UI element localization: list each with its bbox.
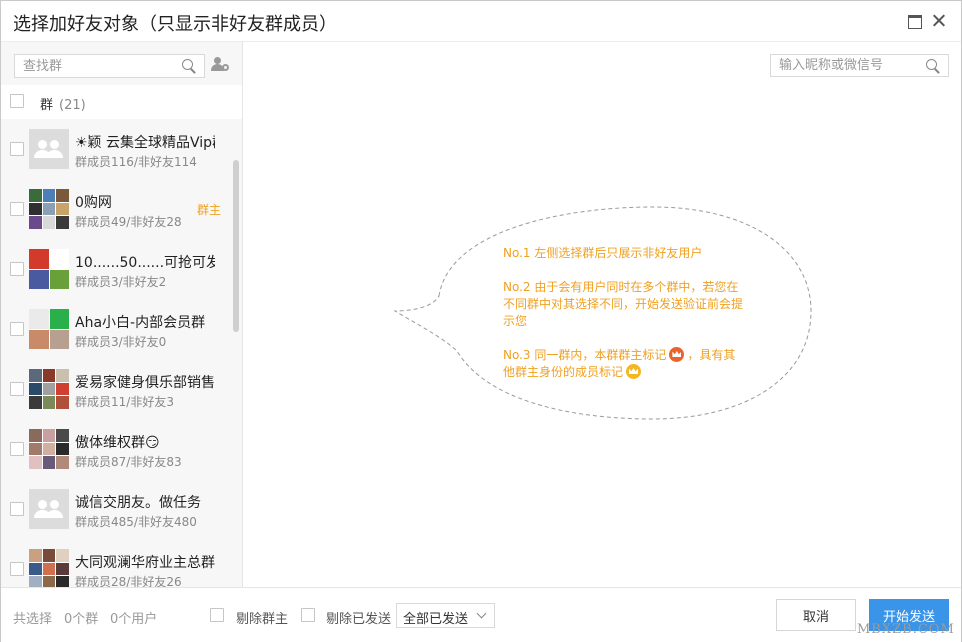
tip-2: No.2 由于会有用户同时在多个群中，若您在不同群中对其选择不同，开始发送验证前… xyxy=(503,280,744,328)
group-name: 大同观澜华府业主总群 xyxy=(75,555,215,571)
group-avatar xyxy=(29,429,69,469)
chevron-down-icon xyxy=(476,608,487,619)
group-row[interactable]: ☀颖 云集全球精品Vip群 群成员116/非好友114 xyxy=(1,119,242,179)
tip-1: No.1 左侧选择群后只展示非好友用户 xyxy=(503,246,703,260)
default-group-avatar-icon xyxy=(29,489,69,529)
group-checkbox[interactable] xyxy=(10,502,24,516)
sent-filter-dropdown[interactable]: 全部已发送 xyxy=(396,603,495,628)
close-icon[interactable] xyxy=(931,13,947,29)
group-name: 0购网 xyxy=(75,195,112,211)
group-avatar xyxy=(29,369,69,409)
footer-bar: 共选择 0个群 0个用户 剔除群主 剔除已发送 全部已发送 取消 开始发送 xyxy=(1,587,961,642)
group-header: 群 (21) xyxy=(1,85,242,119)
dialog-title: 选择加好友对象（只显示非好友群成员） xyxy=(13,14,337,35)
group-checkbox[interactable] xyxy=(10,202,24,216)
group-row[interactable]: 爱易家健身俱乐部销售 群成员11/非好友3 xyxy=(1,359,242,419)
select-all-groups-checkbox[interactable] xyxy=(10,94,24,108)
group-name: ☀颖 云集全球精品Vip群 xyxy=(75,135,215,151)
group-checkbox[interactable] xyxy=(10,142,24,156)
group-checkbox[interactable] xyxy=(10,262,24,276)
group-stats: 群成员116/非好友114 xyxy=(75,155,197,169)
group-row[interactable]: 0购网 群成员49/非好友28 群主 xyxy=(1,179,242,239)
group-stats: 群成员485/非好友480 xyxy=(75,515,197,529)
cancel-button[interactable]: 取消 xyxy=(776,599,856,631)
group-checkbox[interactable] xyxy=(10,442,24,456)
tip-3: No.3 同一群内，本群群主标记 ，具有其他群主身份的成员标记 xyxy=(503,347,743,381)
group-stats: 群成员28/非好友26 xyxy=(75,575,182,587)
group-name: Aha小白-内部会员群 xyxy=(75,315,206,331)
group-row[interactable]: 傲体维权群😏 群成员87/非好友83 xyxy=(1,419,242,479)
search-icon[interactable] xyxy=(925,58,941,74)
group-name: 10......50......可抢可发抢红包 xyxy=(75,255,215,271)
remove-sent-label: 剔除已发送 xyxy=(326,612,392,627)
group-name: 爱易家健身俱乐部销售 xyxy=(75,375,215,391)
owner-badge: 群主 xyxy=(197,203,222,217)
member-search-input[interactable] xyxy=(771,55,921,76)
group-checkbox[interactable] xyxy=(10,322,24,336)
title-bar: 选择加好友对象（只显示非好友群成员） xyxy=(1,1,961,42)
user-settings-icon[interactable] xyxy=(211,56,229,72)
group-list-scrollbar[interactable] xyxy=(233,160,239,332)
default-group-avatar-icon xyxy=(29,129,69,169)
remove-sent-checkbox[interactable] xyxy=(301,608,315,622)
group-header-label: 群 xyxy=(40,98,54,113)
tip-3-part-a: No.3 同一群内，本群群主标记 xyxy=(503,348,667,362)
owner-crown-icon xyxy=(669,347,685,362)
tips-panel: No.1 左侧选择群后只展示非好友用户 No.2 由于会有用户同时在多个群中，若… xyxy=(503,245,743,398)
total-selected-label: 共选择 xyxy=(13,612,53,627)
group-row[interactable]: 大同观澜华府业主总群 群成员28/非好友26 xyxy=(1,539,242,587)
group-count: (21) xyxy=(59,98,86,113)
group-stats: 群成员11/非好友3 xyxy=(75,395,174,409)
search-icon[interactable] xyxy=(181,58,197,74)
group-row[interactable]: 诚信交朋友。做任务 群成员485/非好友480 xyxy=(1,479,242,539)
group-search-box xyxy=(14,54,205,78)
group-avatar xyxy=(29,249,69,289)
other-owner-crown-icon xyxy=(626,364,642,379)
member-search-box xyxy=(770,54,949,77)
maximize-icon[interactable] xyxy=(907,13,923,29)
remove-owner-label: 剔除群主 xyxy=(236,612,289,627)
group-list: ☀颖 云集全球精品Vip群 群成员116/非好友114 0购网 群成员49/非好… xyxy=(1,119,242,587)
group-stats: 群成员87/非好友83 xyxy=(75,455,182,469)
dialog-window: 选择加好友对象（只显示非好友群成员） 群 (21) ☀颖 云集全球精品Vip群 xyxy=(0,0,962,642)
group-checkbox[interactable] xyxy=(10,382,24,396)
watermark: MBXZB.COM xyxy=(857,622,955,637)
group-stats: 群成员3/非好友2 xyxy=(75,275,167,289)
group-avatar xyxy=(29,549,69,587)
group-avatar xyxy=(29,189,69,229)
group-avatar xyxy=(29,129,69,169)
group-name: 傲体维权群😏 xyxy=(75,435,160,451)
remove-owner-checkbox[interactable] xyxy=(210,608,224,622)
groups-selected-count: 0个群 xyxy=(64,612,99,627)
group-avatar xyxy=(29,489,69,529)
group-checkbox[interactable] xyxy=(10,562,24,576)
group-row[interactable]: Aha小白-内部会员群 群成员3/非好友0 xyxy=(1,299,242,359)
group-stats: 群成员49/非好友28 xyxy=(75,215,182,229)
group-stats: 群成员3/非好友0 xyxy=(75,335,167,349)
users-selected-count: 0个用户 xyxy=(110,612,158,627)
group-avatar xyxy=(29,309,69,349)
group-row[interactable]: 10......50......可抢可发抢红包 群成员3/非好友2 xyxy=(1,239,242,299)
group-sidebar: 群 (21) ☀颖 云集全球精品Vip群 群成员116/非好友114 0购网 群成… xyxy=(1,42,243,587)
group-name: 诚信交朋友。做任务 xyxy=(75,495,201,511)
group-search-input[interactable] xyxy=(15,55,180,77)
sent-filter-value: 全部已发送 xyxy=(403,612,469,627)
